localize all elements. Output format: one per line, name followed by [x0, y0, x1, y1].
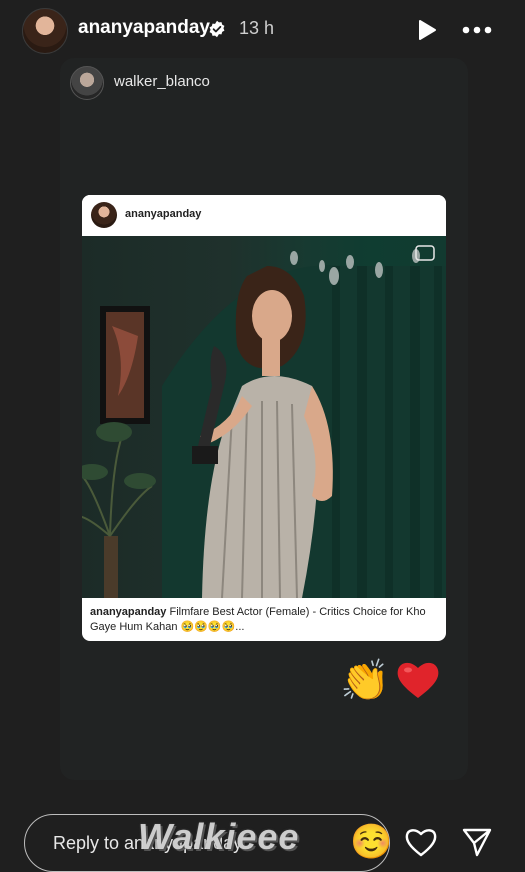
story-header: ananyapanday 13 h: [0, 0, 525, 60]
more-icon[interactable]: [462, 26, 492, 34]
post-caption: ananyapanday Filmfare Best Actor (Female…: [90, 605, 440, 635]
play-icon[interactable]: [417, 19, 437, 41]
verified-badge-icon: [209, 20, 225, 38]
clapping-hands-emoji: 👏: [340, 659, 390, 703]
repost-username[interactable]: walker_blanco: [114, 73, 210, 90]
watermark-text: Walkieee: [138, 816, 300, 857]
post-avatar: [91, 202, 117, 228]
repost-avatar[interactable]: [70, 66, 104, 100]
story-time: 13 h: [239, 18, 275, 38]
send-icon[interactable]: [461, 826, 493, 858]
like-heart-icon[interactable]: [404, 826, 438, 858]
post-username: ananyapanday: [125, 208, 202, 220]
photo-illustration: [82, 245, 446, 598]
post-header: ananyapanday: [82, 195, 446, 236]
heart-emoji-icon: [397, 662, 439, 698]
user-avatar[interactable]: [22, 8, 68, 54]
caption-username: ananyapanday: [90, 606, 167, 618]
story-username[interactable]: ananyapanday: [78, 17, 210, 39]
shared-post[interactable]: ananyapanday ananyapanday Filmfare Best …: [82, 195, 446, 641]
post-photo: [82, 236, 446, 598]
smiling-emoji: ☺️: [350, 823, 393, 861]
